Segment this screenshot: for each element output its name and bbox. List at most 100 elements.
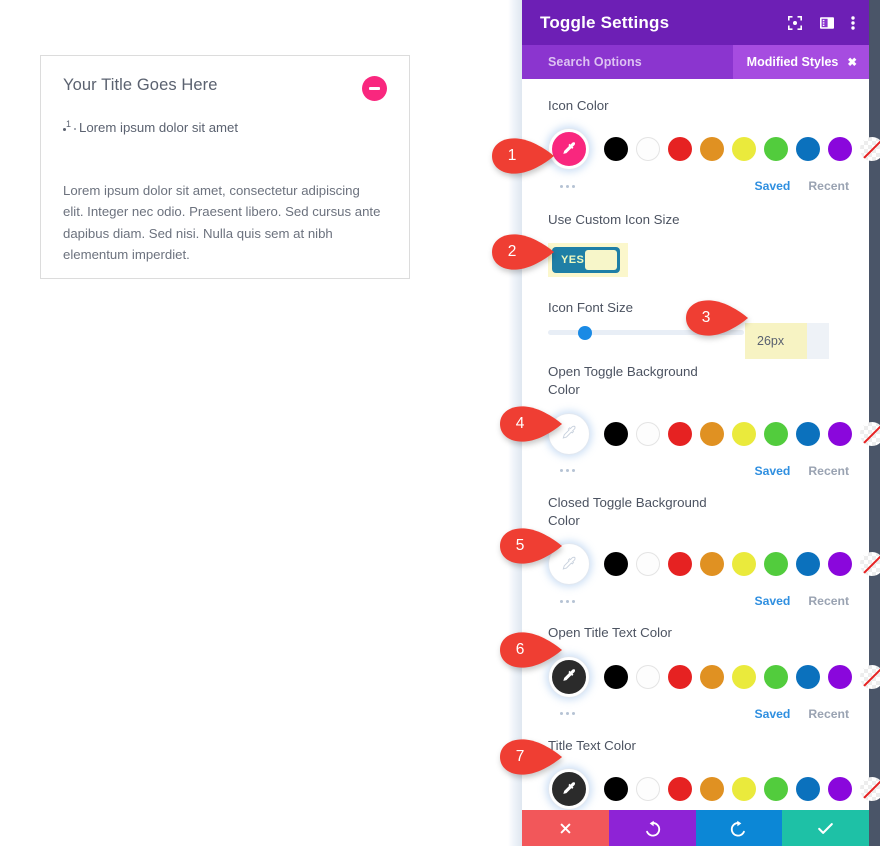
palette-swatch-black[interactable] (604, 137, 628, 161)
palette-swatch-none[interactable] (860, 777, 880, 801)
palette-swatch-orange[interactable] (700, 665, 724, 689)
palette-swatch-red[interactable] (668, 552, 692, 576)
recent-link[interactable]: Recent (808, 707, 849, 721)
palette-swatch-blue[interactable] (796, 422, 820, 446)
color-preview-circle[interactable] (549, 129, 589, 169)
swatch-row-open-title-text-color (548, 656, 849, 698)
main-swatch-icon-color[interactable] (548, 128, 590, 170)
recent-link[interactable]: Recent (808, 179, 849, 193)
field-label-title-text-color: Title Text Color (548, 737, 849, 755)
palette-swatch-blue[interactable] (796, 137, 820, 161)
palette-swatch-none[interactable] (860, 665, 880, 689)
palette-swatch-black[interactable] (604, 777, 628, 801)
more-dots-icon[interactable] (560, 600, 575, 603)
preview-bullet-item: 1 Lorem ipsum dolor sit amet (63, 120, 387, 136)
palette-swatch-blue[interactable] (796, 777, 820, 801)
palette-swatch-white[interactable] (636, 665, 660, 689)
palette-swatch-yellow[interactable] (732, 665, 756, 689)
bullet-superscript: 1 (66, 119, 71, 129)
recent-link[interactable]: Recent (808, 594, 849, 608)
palette-swatch-blue[interactable] (796, 665, 820, 689)
palette-swatch-green[interactable] (764, 777, 788, 801)
icon-font-size-unit-box[interactable] (807, 323, 829, 359)
toggle-value-label: YES (561, 254, 584, 266)
undo-icon (643, 819, 662, 838)
palette-swatch-black[interactable] (604, 552, 628, 576)
icon-font-size-input-group[interactable]: 26px (745, 323, 829, 359)
redo-button[interactable] (696, 810, 783, 846)
palette-swatch-none[interactable] (860, 422, 880, 446)
saved-link[interactable]: Saved (754, 464, 790, 478)
palette-swatch-purple[interactable] (828, 422, 852, 446)
palette-swatch-purple[interactable] (828, 137, 852, 161)
use-custom-icon-size-toggle[interactable]: YES (552, 247, 620, 273)
toggle-module-preview: Your Title Goes Here 1 Lorem ipsum dolor… (40, 55, 410, 279)
callout-number: 5 (496, 526, 544, 566)
palette-swatch-yellow[interactable] (732, 137, 756, 161)
palette-swatch-green[interactable] (764, 137, 788, 161)
icon-font-size-input[interactable]: 26px (745, 323, 807, 359)
meta-row-open-title-text-color: Saved Recent (548, 705, 849, 723)
palette-swatch-red[interactable] (668, 665, 692, 689)
layout-panel-icon[interactable] (819, 15, 835, 31)
saved-link[interactable]: Saved (754, 179, 790, 193)
palette-swatch-black[interactable] (604, 665, 628, 689)
palette-swatch-none[interactable] (860, 137, 880, 161)
palette-swatch-orange[interactable] (700, 777, 724, 801)
close-icon[interactable]: ✖ (847, 55, 857, 69)
more-dots-icon[interactable] (560, 185, 575, 188)
screen-root: Your Title Goes Here 1 Lorem ipsum dolor… (0, 0, 880, 846)
search-input-placeholder[interactable]: Search Options (548, 55, 642, 69)
field-label-open-toggle-bg-color: Open Toggle Background Color (548, 363, 718, 400)
modified-styles-badge[interactable]: Modified Styles ✖ (733, 45, 869, 79)
palette-swatch-green[interactable] (764, 552, 788, 576)
kebab-menu-icon[interactable] (851, 15, 855, 31)
preview-title-row: Your Title Goes Here (63, 76, 387, 110)
palette-swatch-purple[interactable] (828, 665, 852, 689)
cancel-button[interactable] (522, 810, 609, 846)
palette-swatch-yellow[interactable] (732, 552, 756, 576)
field-open-title-text-color: Open Title Text Color (548, 624, 849, 722)
checkmark-icon (816, 819, 835, 838)
palette-swatch-red[interactable] (668, 422, 692, 446)
meta-row-closed-toggle-bg-color: Saved Recent (548, 592, 849, 610)
palette-swatch-red[interactable] (668, 777, 692, 801)
more-dots-icon[interactable] (560, 469, 575, 472)
more-dots-icon[interactable] (560, 712, 575, 715)
recent-link[interactable]: Recent (808, 464, 849, 478)
palette-swatch-orange[interactable] (700, 422, 724, 446)
saved-link[interactable]: Saved (754, 594, 790, 608)
palette-swatch-purple[interactable] (828, 552, 852, 576)
palette-swatch-green[interactable] (764, 422, 788, 446)
palette-swatch-black[interactable] (604, 422, 628, 446)
slider-handle[interactable] (578, 326, 592, 340)
palette-swatch-white[interactable] (636, 552, 660, 576)
palette-swatch-blue[interactable] (796, 552, 820, 576)
palette-swatch-orange[interactable] (700, 137, 724, 161)
panel-search-row[interactable]: Search Options Modified Styles ✖ (522, 45, 869, 79)
undo-button[interactable] (609, 810, 696, 846)
eyedropper-icon (560, 424, 579, 443)
palette-swatch-white[interactable] (636, 777, 660, 801)
palette-swatch-yellow[interactable] (732, 422, 756, 446)
callout-marker-2: 2 (488, 232, 554, 272)
palette-swatch-red[interactable] (668, 137, 692, 161)
meta-row-icon-color: Saved Recent (548, 177, 849, 195)
focus-target-icon[interactable] (787, 15, 803, 31)
bullet-marker-icon: 1 (63, 120, 79, 136)
palette-swatch-white[interactable] (636, 137, 660, 161)
palette-swatch-orange[interactable] (700, 552, 724, 576)
palette-swatch-yellow[interactable] (732, 777, 756, 801)
callout-number: 3 (682, 298, 730, 338)
save-button[interactable] (782, 810, 869, 846)
settings-panel: Toggle Settings (522, 0, 869, 846)
palette-swatch-purple[interactable] (828, 777, 852, 801)
palette-swatch-green[interactable] (764, 665, 788, 689)
panel-header: Toggle Settings (522, 0, 869, 45)
minus-circle-icon[interactable] (362, 76, 387, 101)
saved-link[interactable]: Saved (754, 707, 790, 721)
palette-swatch-none[interactable] (860, 552, 880, 576)
field-label-use-custom-icon-size: Use Custom Icon Size (548, 211, 849, 229)
palette-swatch-white[interactable] (636, 422, 660, 446)
swatch-row-icon-color (548, 128, 849, 170)
